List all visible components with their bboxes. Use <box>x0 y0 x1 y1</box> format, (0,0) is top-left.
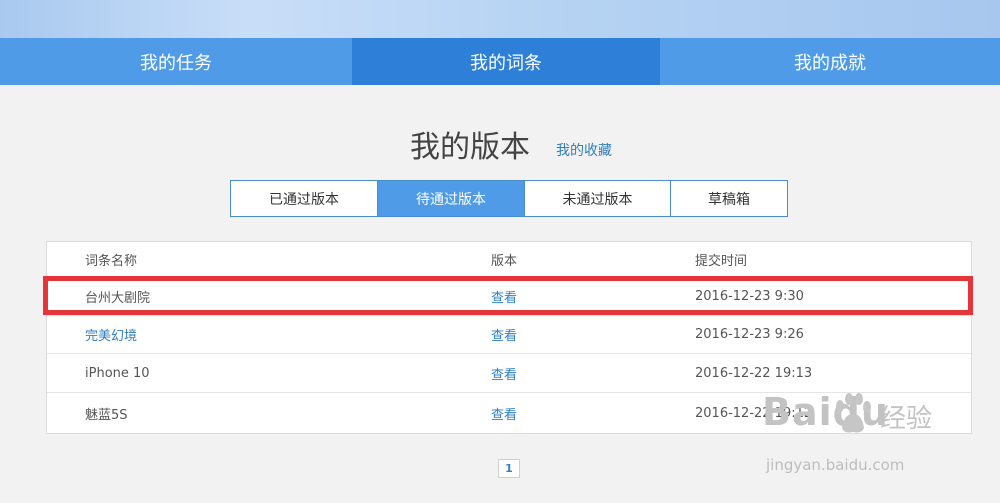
view-version-link[interactable]: 查看 <box>491 316 517 353</box>
submit-time: 2016-12-23 9:30 <box>695 289 804 304</box>
table-row: iPhone 10 查看 2016-12-22 19:13 <box>47 355 971 393</box>
title-row: 我的版本 我的收藏 <box>0 120 1000 168</box>
tab-rejected-versions[interactable]: 未通过版本 <box>525 181 671 216</box>
tab-my-achievements[interactable]: 我的成就 <box>660 38 1000 85</box>
entry-name: iPhone 10 <box>85 366 150 381</box>
tab-approved-versions[interactable]: 已通过版本 <box>231 181 378 216</box>
header-submit-time: 提交时间 <box>695 254 748 269</box>
header-entry-name: 词条名称 <box>85 254 138 269</box>
header-version: 版本 <box>491 254 518 269</box>
entry-name: 魅蓝5S <box>85 407 128 423</box>
version-status-tabs: 已通过版本 待通过版本 未通过版本 草稿箱 <box>230 180 788 217</box>
main-tab-bar: 我的任务 我的词条 我的成就 <box>0 38 1000 85</box>
tab-pending-versions[interactable]: 待通过版本 <box>378 181 525 216</box>
tab-my-entries[interactable]: 我的词条 <box>352 38 660 85</box>
table-row: 完美幻境 查看 2016-12-23 9:26 <box>47 316 971 354</box>
entry-name-link[interactable]: 完美幻境 <box>85 316 137 353</box>
submit-time: 2016-12-22 19:13 <box>695 366 813 381</box>
top-banner <box>0 0 1000 38</box>
watermark-url: jingyan.baidu.com <box>766 456 905 474</box>
versions-table: 词条名称 版本 提交时间 台州大剧院 查看 2016-12-23 9:30 完美… <box>46 241 972 434</box>
submit-time: 2016-12-23 9:26 <box>695 327 804 342</box>
entry-name: 台州大剧院 <box>85 291 151 306</box>
table-row: 魅蓝5S 查看 2016-12-22 19:12 <box>47 394 971 432</box>
tab-drafts[interactable]: 草稿箱 <box>671 181 787 216</box>
tab-my-tasks[interactable]: 我的任务 <box>0 38 352 85</box>
table-header-row: 词条名称 版本 提交时间 <box>47 242 971 278</box>
view-version-link[interactable]: 查看 <box>491 278 517 315</box>
view-version-link[interactable]: 查看 <box>491 394 517 432</box>
page-title: 我的版本 <box>410 130 530 165</box>
submit-time: 2016-12-22 19:12 <box>695 405 813 421</box>
page-number-button[interactable]: 1 <box>498 459 520 478</box>
view-version-link[interactable]: 查看 <box>491 355 517 392</box>
my-favorites-link[interactable]: 我的收藏 <box>556 140 612 160</box>
table-row: 台州大剧院 查看 2016-12-23 9:30 <box>47 278 971 316</box>
